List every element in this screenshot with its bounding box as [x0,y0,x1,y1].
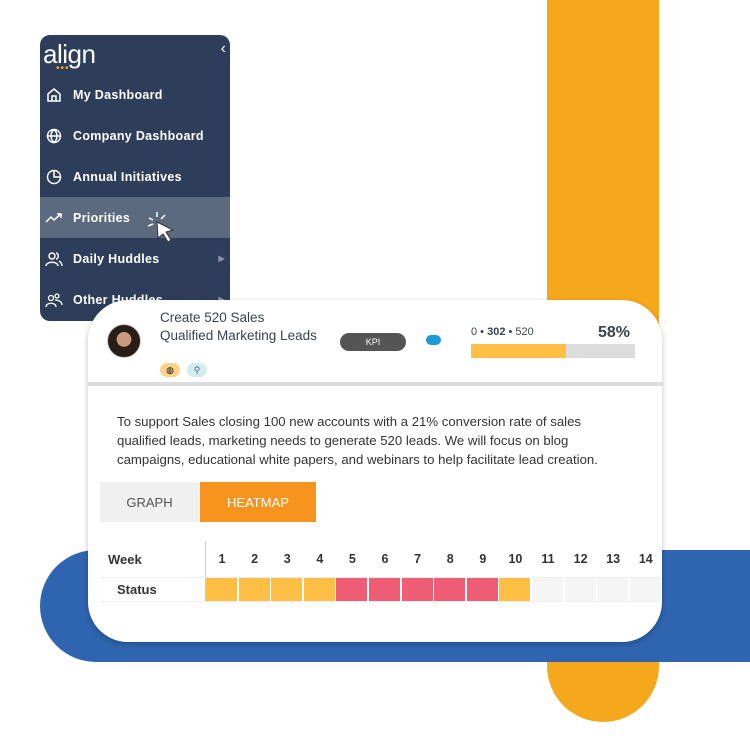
avatar [107,324,141,358]
row-divider [100,601,660,602]
progress-current: 302 [487,326,506,338]
heatmap-cell-week-6[interactable] [369,578,401,601]
week-number: 3 [283,552,291,566]
week-number: 1 [218,552,226,566]
heatmap-cell-week-10[interactable] [499,578,532,601]
collapse-chevron-icon[interactable]: ‹ [221,40,226,58]
heatmap-cell-week-8[interactable] [434,578,467,601]
week-number: 6 [381,552,389,566]
week-number: 10 [508,552,523,566]
week-number: 9 [479,552,487,566]
sidebar: align ••• ‹ My Dashboard Company Dashboa… [40,35,230,321]
heatmap-cell-week-2[interactable] [238,578,271,601]
heatmap-cell-week-4[interactable] [303,578,336,601]
globe-tag-icon: ◍ [160,363,180,377]
trending-up-icon [43,207,65,229]
week-number: 5 [348,552,356,566]
week-number: 8 [446,552,454,566]
progress-percent: 58% [598,324,631,341]
week-number: 11 [541,552,555,566]
heatmap-cell-week-7[interactable] [401,578,434,601]
kpi-badge: KPI [340,333,406,351]
sidebar-item-priorities[interactable]: Priorities [40,197,230,238]
progress-start: 0 [471,326,478,338]
week-number: 7 [414,552,422,566]
sidebar-item-company-dashboard[interactable]: Company Dashboard [40,115,230,156]
globe-icon [43,125,65,147]
sidebar-item-daily-huddles[interactable]: Daily Huddles ▶ [40,238,230,279]
pie-chart-icon [43,166,65,188]
person-tag-icon: ⚲ [187,363,207,377]
heatmap-cell-week-9[interactable] [466,578,499,601]
priority-header[interactable]: Create 520 Sales Qualified Marketing Lea… [88,300,662,386]
week-label: Week [108,552,142,567]
progress-bar-fill [471,344,567,358]
heatmap-cell-week-5[interactable] [336,578,369,601]
week-number: 14 [638,552,653,566]
sidebar-item-label: Annual Initiatives [73,169,182,184]
click-cursor-icon [147,212,175,243]
logo-dots: ••• [56,63,70,74]
sidebar-item-label: Daily Huddles [73,251,160,266]
heatmap-cell-week-12[interactable] [564,578,597,601]
priority-description: To support Sales closing 100 new account… [117,414,598,467]
home-icon [43,84,65,106]
salesforce-cloud-icon [426,335,441,345]
week-number: 4 [316,552,324,566]
week-number: 13 [606,552,621,566]
group-icon [43,289,65,311]
week-number: 2 [251,552,259,566]
progress-target: 520 [515,326,534,338]
sidebar-item-my-dashboard[interactable]: My Dashboard [40,74,230,115]
progress-bar [471,344,635,358]
sidebar-item-label: Priorities [73,210,131,225]
tab-graph[interactable]: GRAPH [100,482,199,522]
heatmap-cell-week-1[interactable] [206,578,238,601]
heatmap-cell-week-13[interactable] [597,578,630,601]
users-icon [43,248,65,270]
sidebar-item-annual-initiatives[interactable]: Annual Initiatives [40,156,230,197]
heatmap-cell-week-11[interactable] [532,578,564,601]
heatmap-cell-week-14[interactable] [629,578,662,601]
status-label: Status [117,582,157,597]
week-number: 12 [573,552,588,566]
submenu-arrow-icon: ▶ [218,254,225,263]
tab-heatmap[interactable]: HEATMAP [200,482,316,522]
priority-title[interactable]: Create 520 Sales Qualified Marketing Lea… [160,309,320,345]
sidebar-item-label: My Dashboard [73,87,163,102]
sidebar-item-label: Company Dashboard [73,128,204,143]
priority-card: Create 520 Sales Qualified Marketing Lea… [88,300,662,642]
progress-values: 0 • 302 • 520 [471,326,534,338]
heatmap-cell-week-3[interactable] [271,578,304,601]
